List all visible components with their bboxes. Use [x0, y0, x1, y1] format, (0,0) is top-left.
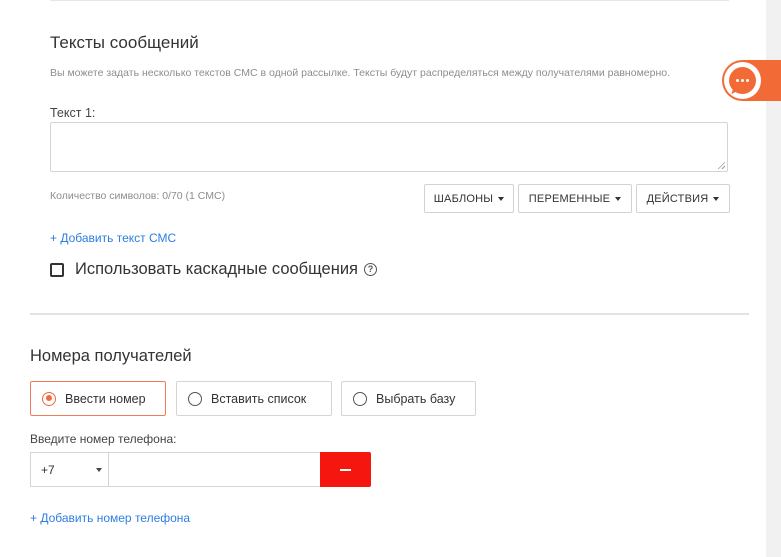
variables-button-label: ПЕРЕМЕННЫЕ: [528, 192, 611, 205]
help-icon[interactable]: ?: [363, 263, 377, 276]
char-count: Количество символов: 0/70 (1 СМС): [50, 190, 226, 202]
actions-button-label: ДЕЙСТВИЯ: [646, 192, 709, 205]
chat-widget-button[interactable]: [722, 60, 781, 101]
text-1-label: Текст 1:: [50, 106, 96, 120]
minus-icon: [340, 468, 351, 471]
variables-button[interactable]: ПЕРЕМЕННЫЕ: [518, 184, 632, 213]
caret-down-icon: [498, 196, 505, 201]
templates-button[interactable]: ШАБЛОНЫ: [424, 184, 514, 213]
radio-icon: [188, 391, 202, 406]
templates-button-label: ШАБЛОНЫ: [433, 192, 494, 205]
option-paste-list[interactable]: Вставить список: [176, 381, 332, 416]
ellipsis-icon: [729, 67, 756, 94]
form-card: Тексты сообщений Вы можете задать нескол…: [0, 0, 766, 557]
cascade-checkbox[interactable]: [50, 262, 64, 277]
option-label: Выбрать базу: [376, 391, 456, 406]
caret-down-icon: [615, 196, 622, 201]
resize-handle-icon[interactable]: [717, 161, 725, 169]
caret-down-icon: [96, 468, 102, 472]
cascade-option: Использовать каскадные сообщения ?: [50, 260, 377, 279]
messages-section-title: Тексты сообщений: [50, 33, 199, 52]
option-select-base[interactable]: Выбрать базу: [341, 381, 476, 416]
messages-hint: Вы можете задать несколько текстов СМС в…: [50, 67, 671, 79]
option-enter-number[interactable]: Ввести номер: [30, 381, 166, 416]
radio-selected-icon: [42, 391, 56, 406]
phone-label: Введите номер телефона:: [30, 432, 177, 446]
actions-button[interactable]: ДЕЙСТВИЯ: [636, 184, 730, 213]
phone-input[interactable]: [108, 452, 321, 487]
option-label: Ввести номер: [65, 391, 146, 406]
sms-text-input[interactable]: [50, 122, 728, 172]
cascade-label[interactable]: Использовать каскадные сообщения: [75, 260, 358, 279]
country-code-select[interactable]: +7: [30, 452, 108, 487]
divider: [50, 0, 729, 1]
add-phone-link[interactable]: + Добавить номер телефона: [30, 511, 190, 525]
caret-down-icon: [713, 196, 720, 201]
radio-icon: [353, 391, 367, 406]
chat-bubble-icon: [724, 62, 761, 99]
section-divider: [30, 313, 749, 315]
recipients-section-title: Номера получателей: [30, 347, 192, 365]
option-label: Вставить список: [211, 391, 307, 406]
country-code-value: +7: [41, 462, 55, 477]
remove-phone-button[interactable]: [320, 452, 371, 487]
add-sms-text-link[interactable]: + Добавить текст СМС: [50, 231, 176, 245]
